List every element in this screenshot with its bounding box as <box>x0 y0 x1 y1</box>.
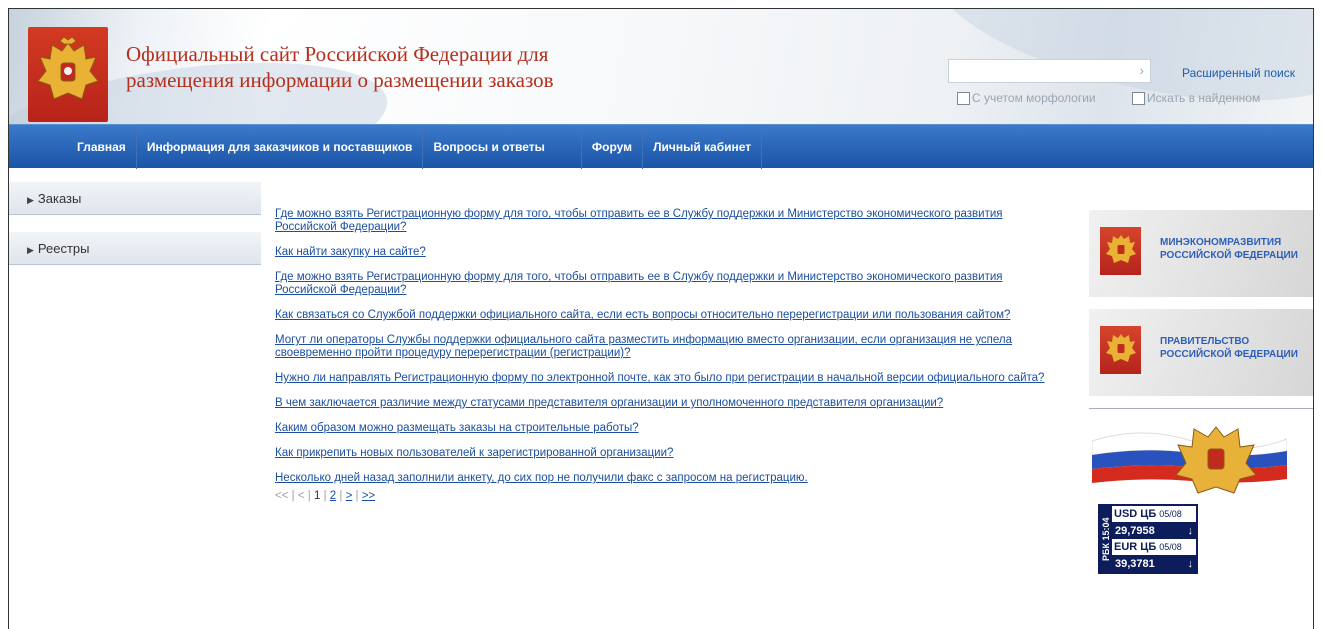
question-link[interactable]: В чем заключается различие между статуса… <box>275 397 1065 410</box>
triangle-right-icon: ▶ <box>27 195 34 205</box>
main-nav: Главная Информация для заказчиков и пост… <box>9 124 1313 169</box>
pager-last[interactable]: >> <box>362 490 375 502</box>
coat-of-arms-icon <box>1100 326 1141 374</box>
sidebar-item-label: Реестры <box>37 241 90 256</box>
faq-list: Где можно взять Регистрационную форму дл… <box>275 208 1065 502</box>
nav-item-home[interactable]: Главная <box>67 124 137 169</box>
nav-item-faq[interactable]: Вопросы и ответы <box>423 124 582 169</box>
nav-item-cabinet[interactable]: Личный кабинет <box>643 124 763 169</box>
ministry-line2: РОССИЙСКОЙ ФЕДЕРАЦИИ <box>1160 250 1298 261</box>
coat-of-arms-icon[interactable] <box>28 27 108 122</box>
pager-prev: < <box>297 490 305 502</box>
divider <box>1089 408 1313 409</box>
checkbox-icon[interactable] <box>957 91 970 105</box>
question-link[interactable]: Могут ли операторы Службы поддержки офиц… <box>275 334 1065 360</box>
triangle-right-icon: ▶ <box>27 245 34 255</box>
nav-item-forum[interactable]: Форум <box>582 124 644 169</box>
government-line1: ПРАВИТЕЛЬСТВО <box>1160 336 1250 347</box>
question-link[interactable]: Несколько дней назад заполнили анкету, д… <box>275 472 1065 485</box>
question-link[interactable]: Как связаться со Службой поддержки офици… <box>275 309 1065 322</box>
arrow-down-icon: ↓ <box>1187 524 1194 537</box>
question-link[interactable]: Как найти закупку на сайте? <box>275 246 1065 259</box>
site-title-line2[interactable]: размещения информации о размещении заказ… <box>126 67 686 93</box>
ministry-line1: МИНЭКОНОМРАЗВИТИЯ <box>1160 237 1282 248</box>
question-link[interactable]: Где можно взять Регистрационную форму дл… <box>275 271 1065 297</box>
search-submit-icon[interactable]: › <box>1140 63 1144 78</box>
eur-value: 39,3781 <box>1115 557 1155 570</box>
question-link[interactable]: Нужно ли направлять Регистрационную форм… <box>275 372 1065 385</box>
sidebar: ▶ Заказы ▶ Реестры <box>9 182 261 282</box>
advanced-search-link[interactable]: Расширенный поиск <box>1182 66 1295 80</box>
usd-label: USD ЦБ <box>1114 508 1157 520</box>
coat-of-arms-icon <box>1100 227 1141 275</box>
search-input[interactable]: › <box>948 59 1151 83</box>
sidebar-item-orders[interactable]: ▶ Заказы <box>9 182 261 215</box>
question-link[interactable]: Где можно взять Регистрационную форму дл… <box>275 208 1065 234</box>
question-link[interactable]: Как прикрепить новых пользователей к зар… <box>275 447 1065 460</box>
flag-emblem-banner[interactable] <box>1091 419 1288 494</box>
sidebar-item-registries[interactable]: ▶ Реестры <box>9 232 261 265</box>
eur-date: 05/08 <box>1159 542 1182 552</box>
currency-rates-widget[interactable]: РБК 15:04 USD ЦБ 05/08 29,7958 ↓ EUR ЦБ … <box>1098 504 1198 574</box>
government-line2: РОССИЙСКОЙ ФЕДЕРАЦИИ <box>1160 349 1298 360</box>
rbc-time-label: РБК 15:04 <box>1100 506 1112 572</box>
usd-date: 05/08 <box>1159 509 1182 519</box>
pager-page-2[interactable]: 2 <box>330 490 336 502</box>
page-frame: Официальный сайт Российской Федерации дл… <box>8 8 1314 629</box>
site-header: Официальный сайт Российской Федерации дл… <box>9 9 1313 124</box>
nav-item-info[interactable]: Информация для заказчиков и поставщиков <box>137 124 424 169</box>
pager-next[interactable]: > <box>346 490 353 502</box>
pager-first: << <box>275 490 289 502</box>
question-link[interactable]: Каким образом можно размещать заказы на … <box>275 422 1065 435</box>
pagination: << | < | 1 | 2 | > | >> <box>275 490 376 502</box>
checkbox-icon[interactable] <box>1132 91 1145 105</box>
site-title[interactable]: Официальный сайт Российской Федерации дл… <box>126 41 686 93</box>
search-in-found-label: Искать в найденном <box>1147 91 1261 105</box>
ministry-banner[interactable]: МИНЭКОНОМРАЗВИТИЯ РОССИЙСКОЙ ФЕДЕРАЦИИ <box>1089 210 1313 297</box>
eur-label: EUR ЦБ <box>1114 541 1157 553</box>
government-banner[interactable]: ПРАВИТЕЛЬСТВО РОССИЙСКОЙ ФЕДЕРАЦИИ <box>1089 309 1313 396</box>
morphology-checkbox[interactable]: С учетом морфологии <box>957 91 1096 105</box>
usd-value: 29,7958 <box>1115 524 1155 537</box>
morphology-label: С учетом морфологии <box>972 91 1096 105</box>
site-title-line1[interactable]: Официальный сайт Российской Федерации дл… <box>126 41 686 67</box>
search-in-found-checkbox[interactable]: Искать в найденном <box>1132 91 1260 105</box>
pager-current: 1 <box>313 490 321 502</box>
sidebar-item-label: Заказы <box>37 191 82 206</box>
arrow-down-icon: ↓ <box>1187 557 1194 570</box>
